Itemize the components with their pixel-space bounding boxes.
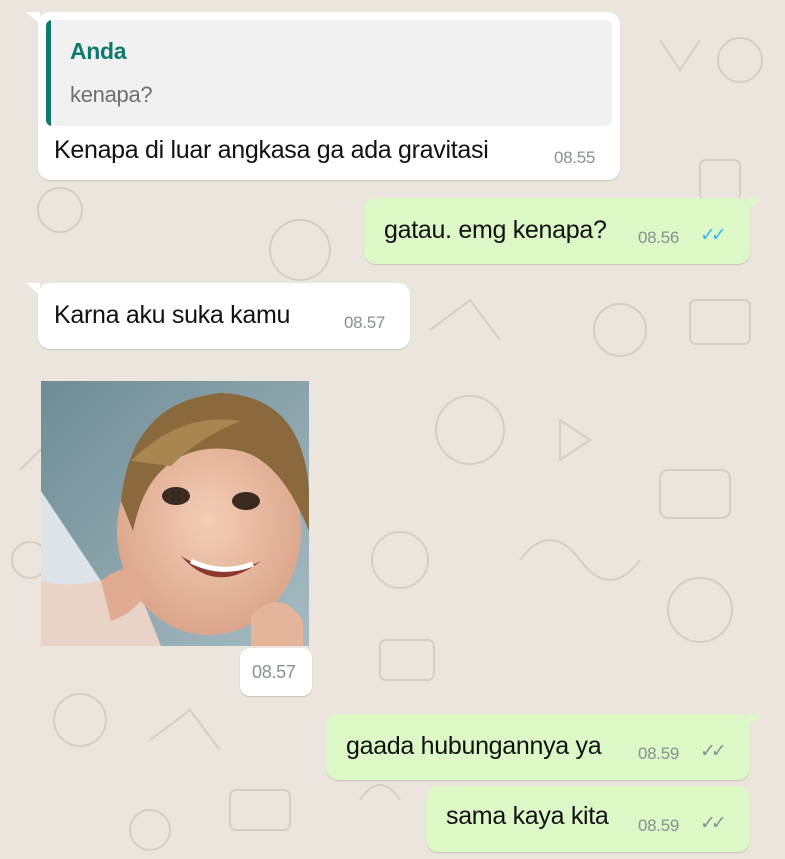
photo-image <box>41 381 309 646</box>
message-text: Karna aku suka kamu <box>54 301 291 329</box>
bubble-tail <box>26 12 40 24</box>
message-text: gatau. emg kenapa? <box>384 216 607 244</box>
message-time: 08.59 <box>638 816 680 835</box>
quoted-message[interactable]: Anda kenapa? <box>46 20 612 126</box>
message-time: 08.57 <box>252 662 296 682</box>
outgoing-message-bubble[interactable]: gaada hubungannya ya 08.59 ✓✓ <box>326 714 750 780</box>
child-photo[interactable] <box>41 381 309 646</box>
outgoing-message-bubble[interactable]: gatau. emg kenapa? 08.56 ✓✓ <box>364 198 750 264</box>
message-text: Kenapa di luar angkasa ga ada gravitasi <box>54 136 489 164</box>
double-check-icon: ✓✓ <box>700 813 727 834</box>
message-text: gaada hubungannya ya <box>346 732 602 760</box>
quoted-author: Anda <box>70 38 127 64</box>
quoted-text: kenapa? <box>70 82 153 107</box>
message-time: 08.55 <box>554 148 596 167</box>
message-time: 08.57 <box>344 313 386 332</box>
message-time: 08.56 <box>638 228 680 247</box>
bubble-tail <box>26 283 40 295</box>
message-text: sama kaya kita <box>446 802 609 830</box>
bubble-tail <box>748 714 762 726</box>
quote-accent-bar <box>46 20 51 126</box>
incoming-message-bubble[interactable]: Karna aku suka kamu 08.57 <box>38 283 410 349</box>
image-time-badge: 08.57 <box>240 648 312 696</box>
incoming-message-bubble[interactable]: Anda kenapa? Kenapa di luar angkasa ga a… <box>38 12 620 180</box>
double-check-icon: ✓✓ <box>700 741 727 762</box>
bubble-tail <box>748 198 762 210</box>
message-time: 08.59 <box>638 744 680 763</box>
outgoing-message-bubble[interactable]: sama kaya kita 08.59 ✓✓ <box>426 786 750 852</box>
double-check-icon: ✓✓ <box>700 225 727 246</box>
